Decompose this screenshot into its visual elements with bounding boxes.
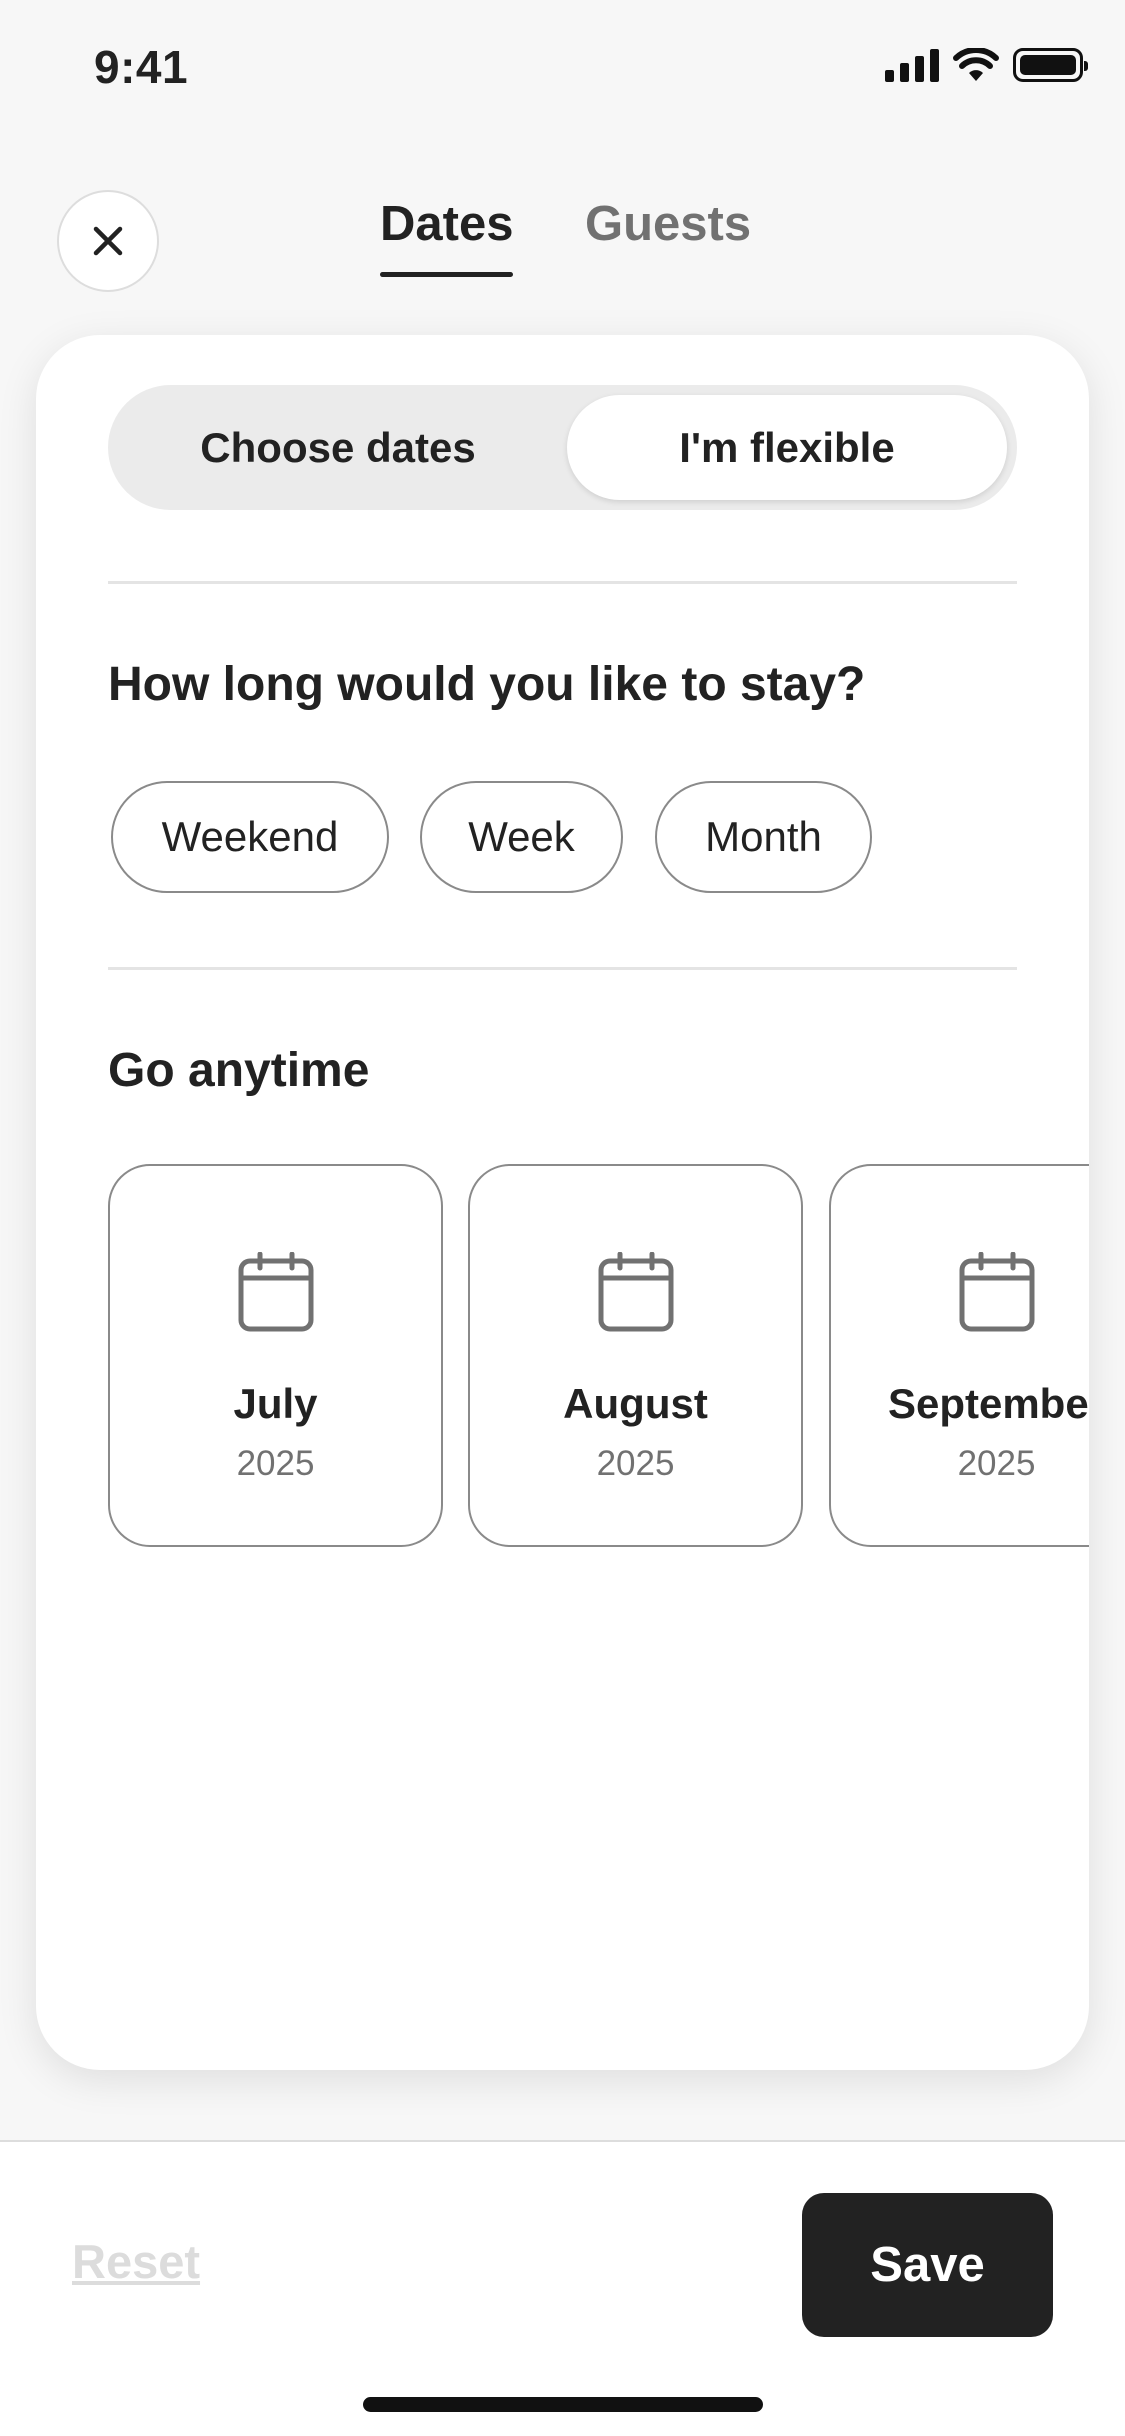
tab-dates[interactable]: Dates	[380, 196, 513, 252]
status-icons	[885, 48, 1088, 82]
tab-bar: Dates Guests	[0, 196, 1125, 286]
flexible-dates-screen: 9:41 Dates Guests Choose dates I'm flexi…	[0, 0, 1125, 2436]
calendar-icon	[238, 1252, 313, 1332]
save-button[interactable]: Save	[802, 2193, 1053, 2337]
battery-icon	[1013, 48, 1088, 82]
active-tab-indicator	[380, 272, 513, 277]
weekend-chip[interactable]: Weekend	[111, 781, 389, 893]
month-name: July	[233, 1380, 318, 1427]
tab-guests[interactable]: Guests	[585, 196, 751, 252]
month-name: August	[563, 1380, 708, 1427]
month-year: 2025	[957, 1444, 1036, 1483]
wifi-icon	[953, 48, 999, 81]
footer-bar: Reset Save	[0, 2140, 1125, 2436]
reset-button[interactable]: Reset	[72, 2234, 200, 2289]
choose-dates-option[interactable]: Choose dates	[118, 395, 558, 500]
month-year: 2025	[236, 1444, 315, 1483]
stay-length-title: How long would you like to stay?	[108, 658, 866, 711]
month-card-september[interactable]: September 2025	[829, 1164, 1089, 1547]
calendar-icon	[598, 1252, 673, 1332]
flexible-option[interactable]: I'm flexible	[567, 395, 1007, 500]
home-indicator	[363, 2397, 763, 2412]
dates-card: Choose dates I'm flexible How long would…	[36, 335, 1089, 2070]
go-anytime-title: Go anytime	[108, 1044, 370, 1097]
month-chip[interactable]: Month	[655, 781, 872, 893]
calendar-icon	[959, 1252, 1034, 1332]
date-mode-toggle: Choose dates I'm flexible	[108, 385, 1017, 510]
status-time: 9:41	[94, 41, 189, 93]
month-card-july[interactable]: July 2025	[108, 1164, 443, 1547]
week-chip[interactable]: Week	[420, 781, 623, 893]
month-year: 2025	[596, 1444, 675, 1483]
month-card-august[interactable]: August 2025	[468, 1164, 803, 1547]
month-name: September	[887, 1380, 1089, 1427]
status-bar: 9:41	[0, 0, 1125, 140]
divider	[108, 581, 1017, 584]
divider	[108, 967, 1017, 970]
cellular-signal-icon	[885, 48, 939, 82]
